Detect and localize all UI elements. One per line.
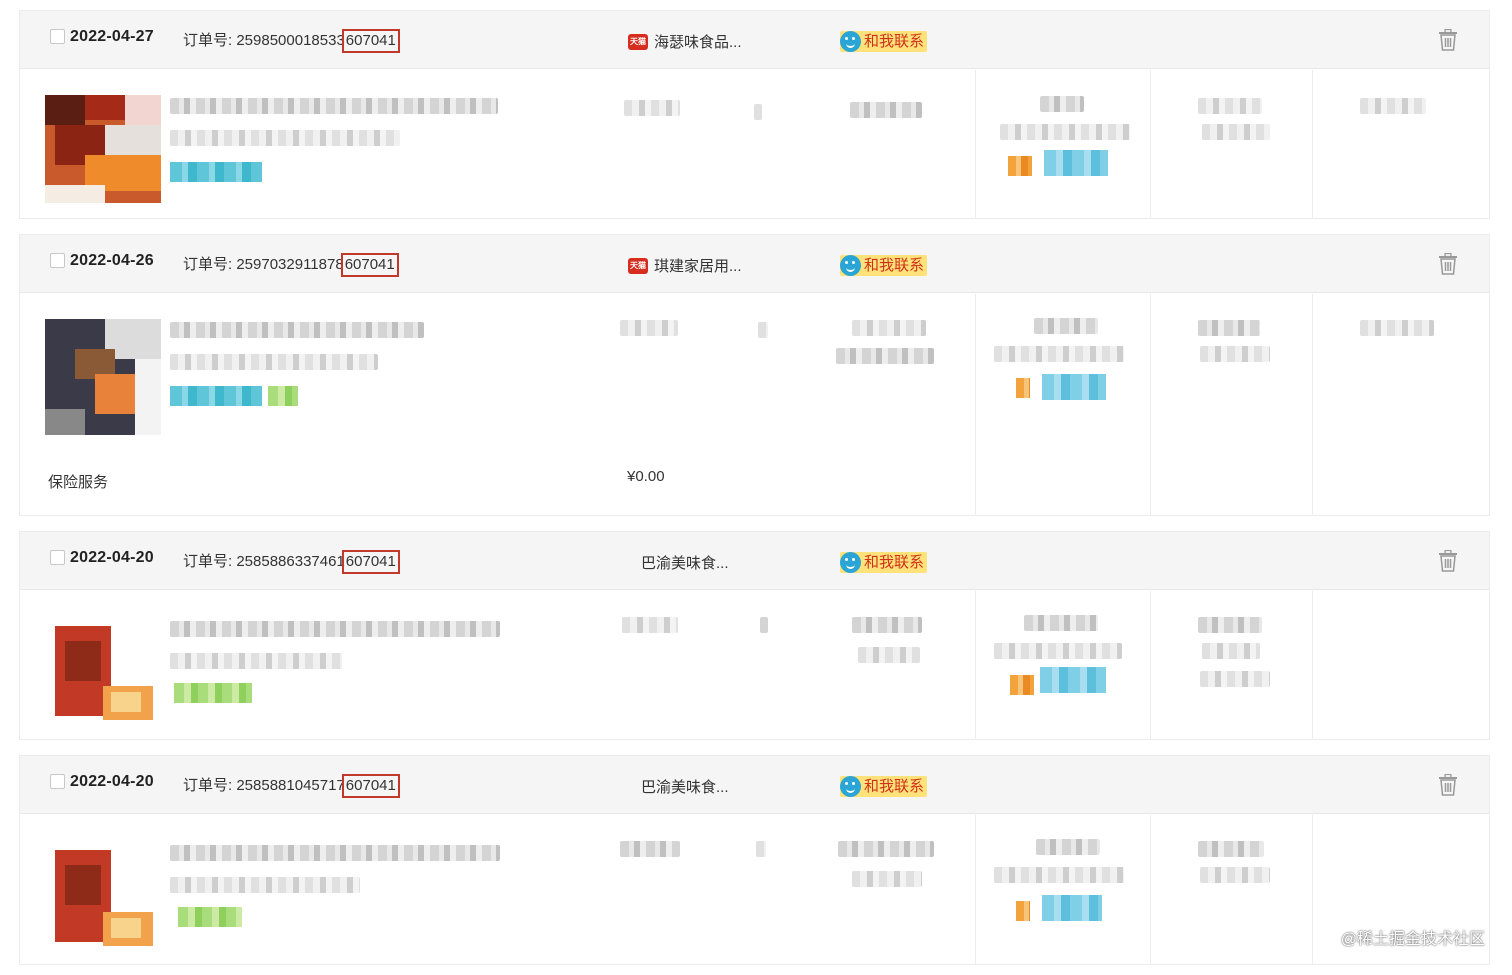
order-date: 2022-04-26 bbox=[70, 252, 154, 269]
shop-link[interactable]: 巴渝美味食... bbox=[641, 776, 729, 797]
product-image[interactable] bbox=[45, 319, 161, 435]
trash-icon[interactable] bbox=[1438, 550, 1458, 572]
wangwang-icon bbox=[840, 255, 861, 276]
wangwang-icon bbox=[840, 552, 861, 573]
contact-seller-button[interactable]: 和我联系 bbox=[840, 31, 928, 52]
order-number-highlight: 607041 bbox=[341, 29, 400, 53]
order-number-highlight: 607041 bbox=[340, 253, 399, 277]
order-number: 订单号: 2597032911878607041 bbox=[183, 253, 399, 277]
order-checkbox[interactable] bbox=[50, 253, 65, 268]
order-items bbox=[20, 70, 1489, 219]
order-date: 2022-04-20 bbox=[70, 549, 154, 566]
shop-name: 海瑟味食品... bbox=[654, 34, 742, 51]
tmall-icon: 天猫 bbox=[628, 33, 648, 50]
product-image[interactable] bbox=[45, 95, 161, 203]
contact-label: 和我联系 bbox=[864, 33, 925, 50]
shop-name: 巴渝美味食... bbox=[641, 779, 729, 796]
order-number: 订单号: 2598500018533607041 bbox=[183, 29, 400, 53]
product-tag bbox=[178, 907, 242, 927]
order-card: 2022-04-27 订单号: 2598500018533607041 天猫 海… bbox=[19, 10, 1490, 219]
order-card: 2022-04-26 订单号: 2597032911878607041 天猫 琪… bbox=[19, 234, 1490, 516]
product-tag bbox=[268, 386, 298, 406]
order-number: 订单号: 2585886337461607041 bbox=[183, 550, 400, 574]
order-date: 2022-04-27 bbox=[70, 28, 154, 45]
trash-icon[interactable] bbox=[1438, 253, 1458, 275]
product-tag bbox=[170, 162, 262, 182]
product-tag bbox=[174, 683, 252, 703]
insurance-service-label: 保险服务 bbox=[48, 474, 109, 491]
order-checkbox[interactable] bbox=[50, 774, 65, 789]
watermark: @稀土掘金技术社区 bbox=[1340, 931, 1485, 948]
contact-seller-button[interactable]: 和我联系 bbox=[840, 776, 928, 797]
wangwang-icon bbox=[840, 31, 861, 52]
order-card: 2022-04-20 订单号: 2585886337461607041 巴渝美味… bbox=[19, 531, 1490, 740]
insurance-service-price: ¥0.00 bbox=[627, 468, 665, 485]
order-header: 2022-04-20 订单号: 2585886337461607041 巴渝美味… bbox=[20, 532, 1489, 590]
shop-name: 琪建家居用... bbox=[654, 258, 742, 275]
shop-link[interactable]: 天猫 琪建家居用... bbox=[628, 255, 742, 276]
product-tag bbox=[170, 386, 262, 406]
shop-link[interactable]: 天猫 海瑟味食品... bbox=[628, 31, 742, 52]
order-checkbox[interactable] bbox=[50, 550, 65, 565]
product-image[interactable] bbox=[45, 840, 161, 948]
order-header: 2022-04-20 订单号: 2585881045717607041 巴渝美味… bbox=[20, 756, 1489, 814]
order-items bbox=[20, 591, 1489, 740]
order-card: 2022-04-20 订单号: 2585881045717607041 巴渝美味… bbox=[19, 755, 1490, 965]
order-number-highlight: 607041 bbox=[341, 774, 400, 798]
order-header: 2022-04-26 订单号: 2597032911878607041 天猫 琪… bbox=[20, 235, 1489, 293]
order-header: 2022-04-27 订单号: 2598500018533607041 天猫 海… bbox=[20, 11, 1489, 69]
order-number: 订单号: 2585881045717607041 bbox=[183, 774, 400, 798]
order-items bbox=[20, 815, 1489, 965]
contact-seller-button[interactable]: 和我联系 bbox=[840, 552, 928, 573]
trash-icon[interactable] bbox=[1438, 774, 1458, 796]
contact-label: 和我联系 bbox=[864, 257, 925, 274]
contact-label: 和我联系 bbox=[864, 554, 925, 571]
wangwang-icon bbox=[840, 776, 861, 797]
tmall-icon: 天猫 bbox=[628, 257, 648, 274]
order-items: 保险服务 ¥0.00 bbox=[20, 294, 1489, 516]
order-number-highlight: 607041 bbox=[341, 550, 400, 574]
order-date: 2022-04-20 bbox=[70, 773, 154, 790]
order-checkbox[interactable] bbox=[50, 29, 65, 44]
trash-icon[interactable] bbox=[1438, 29, 1458, 51]
shop-name: 巴渝美味食... bbox=[641, 555, 729, 572]
contact-seller-button[interactable]: 和我联系 bbox=[840, 255, 928, 276]
contact-label: 和我联系 bbox=[864, 778, 925, 795]
product-image[interactable] bbox=[45, 616, 161, 724]
shop-link[interactable]: 巴渝美味食... bbox=[641, 552, 729, 573]
